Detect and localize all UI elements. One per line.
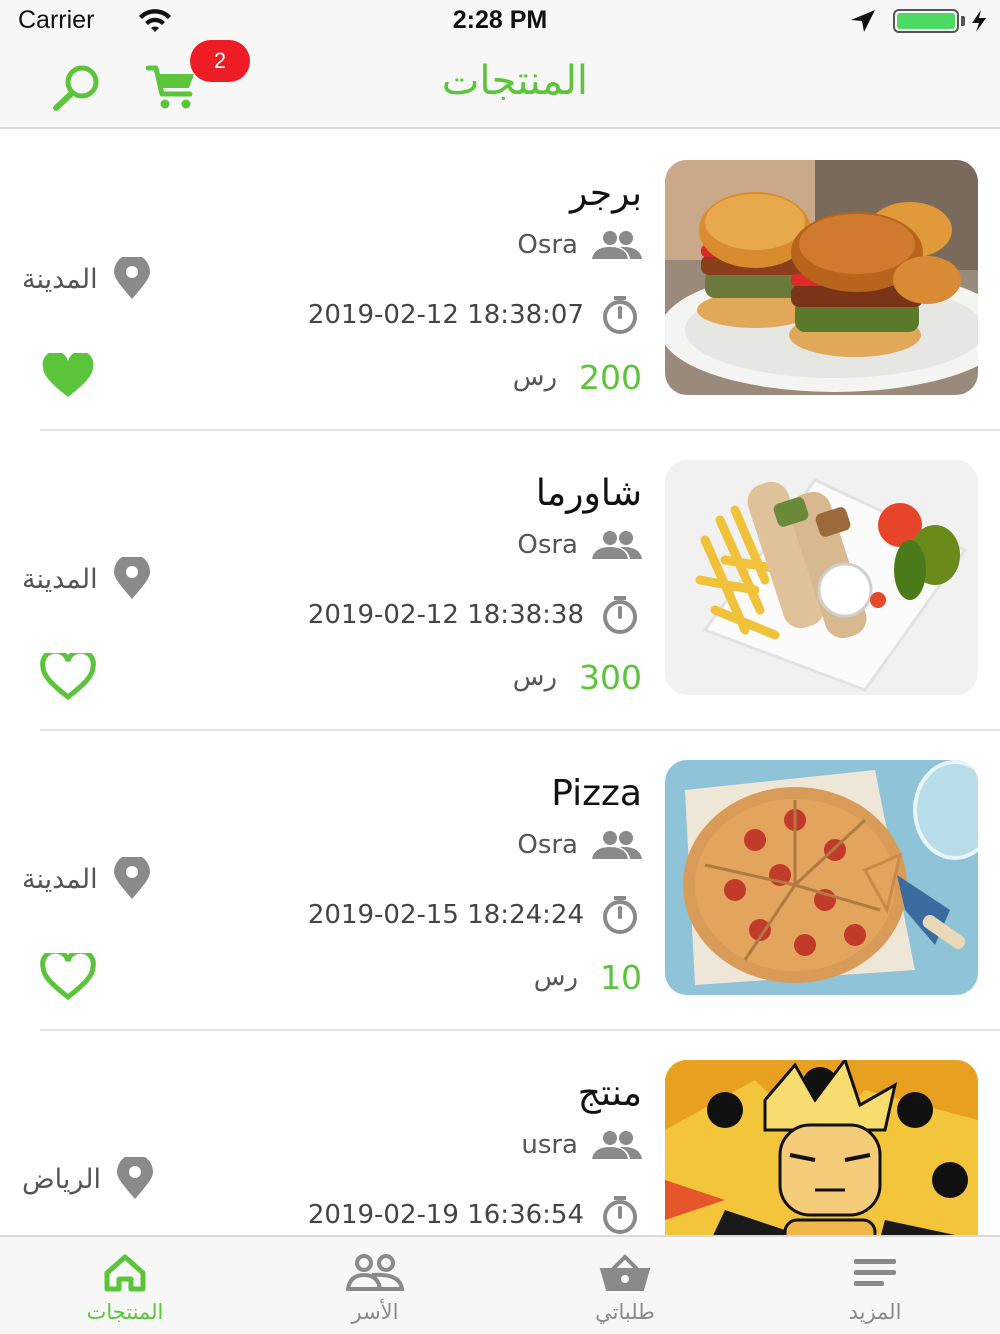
stopwatch-icon [603, 1196, 637, 1234]
price-row: رس 10 [534, 955, 642, 999]
burger-image [665, 160, 978, 395]
location-arrow-icon [848, 8, 878, 38]
product-price: 200 [579, 357, 642, 397]
tab-label: المنتجات [86, 1300, 164, 1324]
tab-label: طلباتي [595, 1300, 655, 1324]
tab-families[interactable]: الأسر [250, 1237, 500, 1334]
product-name[interactable]: شاورما [536, 473, 642, 514]
tab-label: الأسر [351, 1300, 399, 1324]
family-row: usra [521, 1127, 644, 1163]
date-row: 2019-02-12 18:38:07 [308, 295, 640, 335]
favorite-heart-icon[interactable] [40, 953, 96, 1001]
product-image[interactable] [665, 760, 978, 995]
product-image[interactable] [665, 1060, 978, 1235]
city-name: المدينة [22, 563, 98, 595]
people-icon [592, 1131, 642, 1159]
people-icon [592, 531, 642, 559]
stopwatch-icon [603, 596, 637, 634]
product-card[interactable]: منتج usra 2019-02-19 16:36:54 الرياض [0, 1031, 1000, 1235]
product-list[interactable]: برجر Osra 2019-02-12 18:38:07 رس 200 الم… [0, 131, 1000, 1235]
product-card[interactable]: Pizza Osra 2019-02-15 18:24:24 رس 10 الم… [0, 731, 1000, 1031]
navigation-bar: المنتجات [0, 40, 1000, 129]
tab-more[interactable]: المزيد [750, 1237, 1000, 1334]
price-row: رس 300 [513, 655, 642, 699]
tab-bar: المنتجات الأسر طلباتي المزيد [0, 1235, 1000, 1334]
people-icon [592, 831, 642, 859]
family-row: Osra [517, 827, 644, 863]
city-name: المدينة [22, 863, 98, 895]
search-button[interactable] [50, 62, 106, 112]
currency-label: رس [533, 962, 578, 992]
family-row: Osra [517, 227, 644, 263]
stopwatch-icon [603, 296, 637, 334]
stopwatch-icon [603, 896, 637, 934]
family-name: Osra [517, 230, 578, 260]
location-pin-icon [113, 257, 150, 299]
city-name: المدينة [22, 263, 98, 295]
family-row: Osra [517, 527, 644, 563]
product-date: 2019-02-12 18:38:07 [307, 300, 584, 330]
pizza-image [665, 760, 978, 995]
family-name: usra [521, 1130, 578, 1160]
tab-label: المزيد [848, 1300, 902, 1324]
people-icon [592, 231, 642, 259]
product-image[interactable] [665, 460, 978, 695]
anime-artwork-image [665, 1060, 978, 1235]
location-pin-icon [117, 1157, 154, 1199]
people-icon [345, 1254, 405, 1291]
price-row: رس 200 [513, 355, 642, 399]
product-card[interactable]: برجر Osra 2019-02-12 18:38:07 رس 200 الم… [0, 131, 1000, 431]
currency-label: رس [512, 362, 557, 392]
city-row: المدينة [22, 857, 152, 901]
battery-icon [893, 9, 959, 33]
product-name[interactable]: منتج [578, 1073, 642, 1114]
product-date: 2019-02-19 16:36:54 [307, 1200, 584, 1230]
product-price: 10 [600, 957, 642, 997]
tab-my-orders[interactable]: طلباتي [500, 1237, 750, 1334]
currency-label: رس [512, 662, 557, 692]
product-name[interactable]: Pizza [551, 773, 642, 814]
date-row: 2019-02-19 16:36:54 [308, 1195, 640, 1235]
city-row: الرياض [22, 1157, 155, 1201]
home-icon [104, 1254, 146, 1292]
shawarma-image [665, 460, 978, 695]
basket-icon [599, 1254, 651, 1291]
date-row: 2019-02-15 18:24:24 [308, 895, 640, 935]
location-pin-icon [113, 557, 150, 599]
favorite-heart-icon[interactable] [40, 353, 96, 401]
favorite-heart-icon[interactable] [40, 653, 96, 701]
product-date: 2019-02-15 18:24:24 [307, 900, 584, 930]
status-bar: Carrier 2:28 PM [0, 0, 1000, 40]
battery-cap [961, 16, 965, 26]
cart-count-badge: 2 [190, 40, 250, 82]
tab-products[interactable]: المنتجات [0, 1237, 250, 1334]
product-image[interactable] [665, 160, 978, 395]
family-name: Osra [517, 830, 578, 860]
product-card[interactable]: شاورما Osra 2019-02-12 18:38:38 رس 300 ا… [0, 431, 1000, 731]
location-pin-icon [113, 857, 150, 899]
menu-icon [854, 1259, 896, 1286]
product-date: 2019-02-12 18:38:38 [307, 600, 584, 630]
charging-bolt-icon [970, 9, 988, 37]
city-row: المدينة [22, 257, 152, 301]
city-name: الرياض [22, 1163, 102, 1195]
product-name[interactable]: برجر [570, 173, 642, 214]
search-icon [53, 65, 99, 111]
family-name: Osra [517, 530, 578, 560]
date-row: 2019-02-12 18:38:38 [308, 595, 640, 635]
city-row: المدينة [22, 557, 152, 601]
product-price: 300 [579, 657, 642, 697]
page-title: المنتجات [441, 58, 588, 104]
